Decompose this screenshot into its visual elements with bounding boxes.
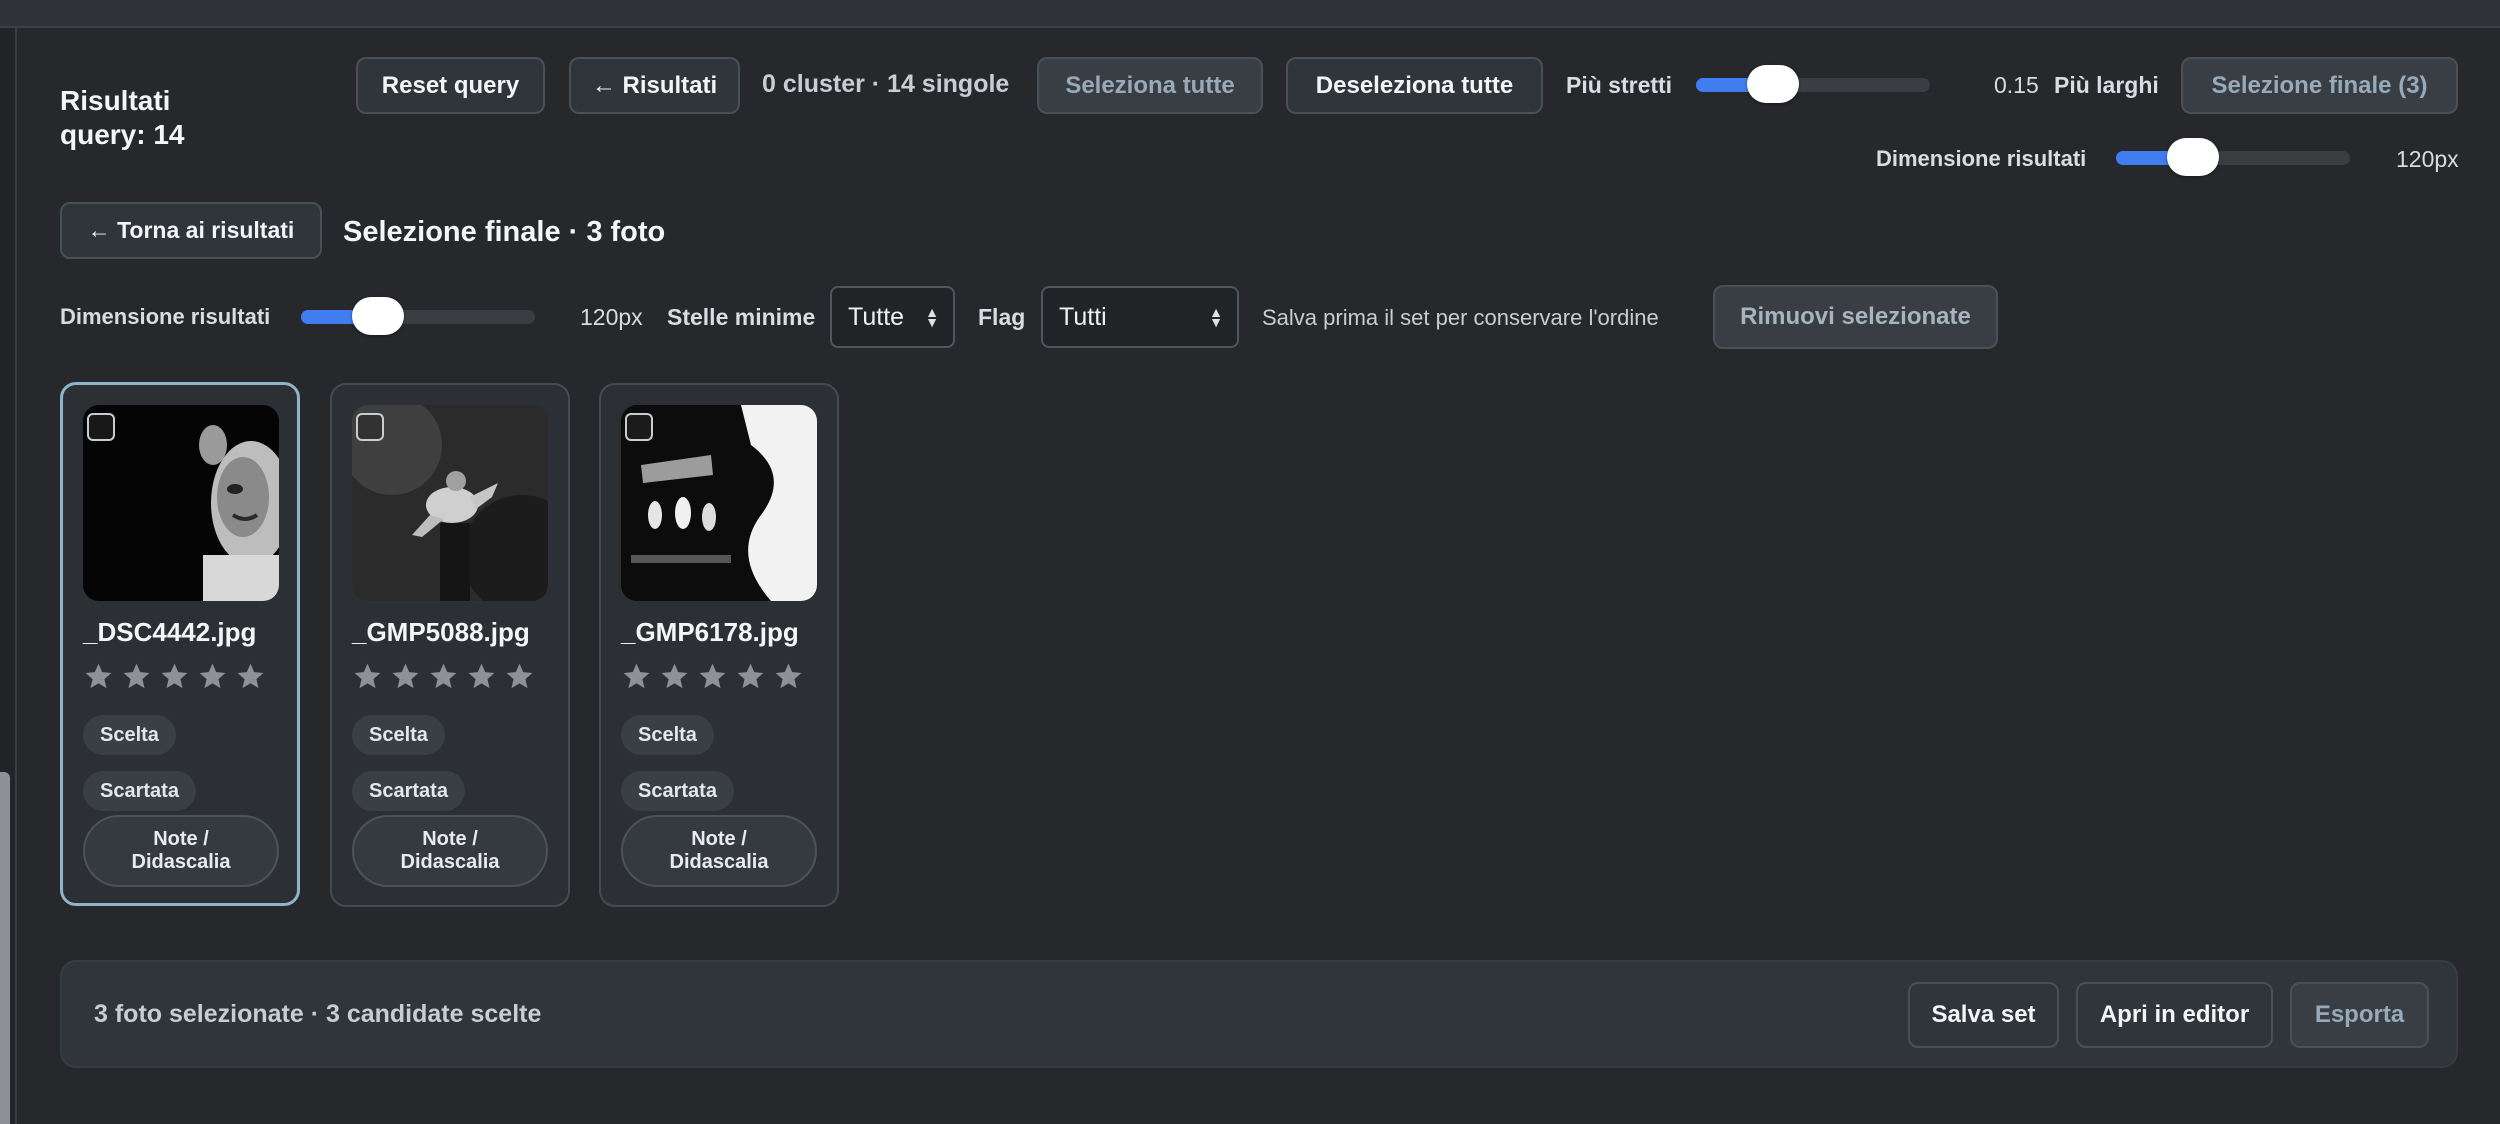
open-in-editor-button[interactable]: Apri in editor — [2076, 982, 2273, 1048]
star-icon[interactable] — [735, 661, 766, 692]
reject-chip[interactable]: Scartata — [621, 771, 734, 811]
results-title: Risultati query: 14 — [60, 85, 185, 150]
result-size-label: Dimensione risultati — [1876, 146, 2087, 171]
notes-caption-line1: Note / — [691, 828, 747, 850]
notes-caption-button[interactable]: Note / Didascalia — [83, 815, 279, 887]
selection-footer-bar: 3 foto selezionate · 3 candidate scelte … — [60, 960, 2458, 1068]
looser-label: Più larghi — [2054, 72, 2159, 98]
sidebar-scrollbar[interactable] — [0, 772, 10, 1124]
final-selection-button[interactable]: Selezione finale (3) — [2181, 57, 2458, 114]
filter-size-slider-knob[interactable] — [352, 297, 405, 335]
flag-select[interactable]: Tutti ▲ ▼ — [1041, 286, 1239, 348]
photo-checkbox[interactable] — [87, 413, 115, 441]
photo-card[interactable]: _GMP6178.jpg Scelta Scartata Note / Didas… — [599, 383, 839, 907]
notes-caption-line1: Note / — [153, 828, 209, 850]
notes-caption-line2: Didascalia — [400, 851, 500, 873]
back-to-results-link-button[interactable]: ← Torna ai risultati — [60, 202, 322, 259]
star-icon[interactable] — [504, 661, 535, 692]
filter-size-value: 120px — [580, 304, 643, 330]
flag-label: Flag — [978, 304, 1026, 330]
star-icon[interactable] — [773, 661, 804, 692]
star-icon[interactable] — [621, 661, 652, 692]
save-order-hint: Salva prima il set per conservare l'ordi… — [1262, 305, 1659, 330]
star-rating[interactable] — [352, 661, 535, 692]
star-icon[interactable] — [197, 661, 228, 692]
selection-summary: 3 foto selezionate · 3 candidate scelte — [94, 1000, 542, 1028]
notes-caption-line2: Didascalia — [669, 851, 769, 873]
result-size-slider[interactable] — [2116, 138, 2350, 176]
tighter-label: Più stretti — [1566, 72, 1673, 98]
notes-caption-button[interactable]: Note / Didascalia — [352, 815, 548, 887]
flag-select-value: Tutti — [1059, 302, 1107, 331]
threshold-slider[interactable] — [1696, 65, 1930, 103]
notes-caption-line2: Didascalia — [131, 851, 231, 873]
pick-chip[interactable]: Scelta — [352, 715, 445, 755]
export-button[interactable]: Esporta — [2290, 982, 2429, 1048]
star-rating[interactable] — [83, 661, 266, 692]
min-stars-select-value: Tutte — [848, 302, 905, 331]
notes-caption-line1: Note / — [422, 828, 478, 850]
result-size-value: 120px — [2396, 146, 2459, 172]
photo-filename: _GMP6178.jpg — [621, 617, 799, 647]
result-size-slider-knob[interactable] — [2167, 138, 2220, 176]
threshold-value: 0.15 — [1994, 72, 2039, 98]
select-chevrons-icon: ▲ ▼ — [1209, 304, 1223, 330]
photo-card[interactable]: _GMP5088.jpg Scelta Scartata Note / Didas… — [330, 383, 570, 907]
photo-filename: _DSC4442.jpg — [83, 617, 257, 647]
select-chevrons-icon: ▲ ▼ — [925, 304, 939, 330]
window-top-strip — [0, 0, 2500, 28]
final-selection-title: Selezione finale · 3 foto — [343, 216, 666, 248]
pick-chip[interactable]: Scelta — [621, 715, 714, 755]
reset-query-button[interactable]: Reset query — [356, 57, 545, 114]
select-all-button[interactable]: Seleziona tutte — [1037, 57, 1263, 114]
star-icon[interactable] — [428, 661, 459, 692]
star-icon[interactable] — [390, 661, 421, 692]
reject-chip[interactable]: Scartata — [83, 771, 196, 811]
pick-chip[interactable]: Scelta — [83, 715, 176, 755]
star-icon[interactable] — [352, 661, 383, 692]
remove-selected-button[interactable]: Rimuovi selezionate — [1713, 285, 1998, 349]
photo-filename: _GMP5088.jpg — [352, 617, 530, 647]
min-stars-select[interactable]: Tutte ▲ ▼ — [830, 286, 955, 348]
notes-caption-button[interactable]: Note / Didascalia — [621, 815, 817, 887]
star-icon[interactable] — [466, 661, 497, 692]
photo-checkbox[interactable] — [625, 413, 653, 441]
deselect-all-button[interactable]: Deseleziona tutte — [1286, 57, 1543, 114]
min-stars-label: Stelle minime — [667, 304, 816, 330]
star-rating[interactable] — [621, 661, 804, 692]
filter-size-label: Dimensione risultati — [60, 304, 271, 329]
star-icon[interactable] — [121, 661, 152, 692]
star-icon[interactable] — [159, 661, 190, 692]
star-icon[interactable] — [659, 661, 690, 692]
star-icon[interactable] — [83, 661, 114, 692]
filter-size-slider[interactable] — [301, 297, 535, 335]
threshold-slider-knob[interactable] — [1747, 65, 1800, 103]
cluster-summary: 0 cluster · 14 singole — [762, 70, 1010, 98]
star-icon[interactable] — [235, 661, 266, 692]
save-set-button[interactable]: Salva set — [1908, 982, 2059, 1048]
back-to-results-button[interactable]: ← Risultati — [569, 57, 740, 114]
photo-card[interactable]: _DSC4442.jpg Scelta Scartata Note / Didas… — [60, 382, 300, 906]
star-icon[interactable] — [697, 661, 728, 692]
reject-chip[interactable]: Scartata — [352, 771, 465, 811]
photo-checkbox[interactable] — [356, 413, 384, 441]
